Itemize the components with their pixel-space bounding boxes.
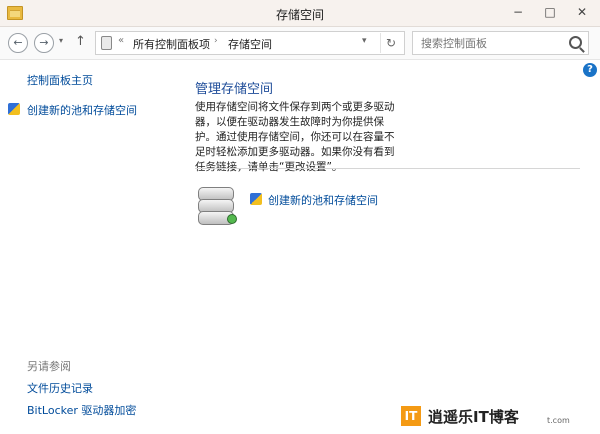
search-box[interactable] xyxy=(412,31,589,55)
storage-drives-icon xyxy=(195,185,240,230)
maximize-button[interactable]: □ xyxy=(537,2,563,22)
create-pool-main-link[interactable]: 创建新的池和存储空间 xyxy=(268,192,378,208)
title-bar: 存储空间 − □ ✕ xyxy=(0,0,600,27)
address-bar[interactable]: « 所有控制面板项 › 存储空间 ▾ ↻ xyxy=(95,31,405,55)
back-button[interactable]: ← xyxy=(8,33,28,53)
bitlocker-link[interactable]: BitLocker 驱动器加密 xyxy=(27,402,136,418)
see-also-heading: 另请参阅 xyxy=(27,360,71,373)
left-sidebar: 控制面板主页 创建新的池和存储空间 另请参阅 文件历史记录 BitLocker … xyxy=(0,60,180,434)
address-dropdown-icon[interactable]: ▾ xyxy=(362,36,367,46)
drive-status-icon xyxy=(227,214,237,224)
navigation-toolbar: ← → ▾ ↑ « 所有控制面板项 › 存储空间 ▾ ↻ xyxy=(0,27,600,60)
create-pool-sidebar-link[interactable]: 创建新的池和存储空间 xyxy=(27,102,137,118)
minimize-button[interactable]: − xyxy=(505,2,531,22)
blog-name: 逍遥乐IT博客 xyxy=(428,408,519,426)
blog-logo: IT xyxy=(401,406,421,426)
uac-shield-icon xyxy=(250,193,262,205)
refresh-button[interactable]: ↻ xyxy=(380,33,401,53)
breadcrumb-all-control-panel[interactable]: 所有控制面板项 xyxy=(133,36,210,52)
search-input[interactable] xyxy=(419,35,563,51)
main-content: 管理存储空间 使用存储空间将文件保存到两个或更多驱动器，以便在驱动器发生故障时为… xyxy=(195,60,585,320)
uac-shield-icon xyxy=(8,103,20,115)
close-button[interactable]: ✕ xyxy=(567,2,597,22)
up-button[interactable]: ↑ xyxy=(75,34,86,49)
recent-pages-dropdown-icon[interactable]: ▾ xyxy=(59,36,63,45)
help-button[interactable]: ? xyxy=(583,63,597,77)
search-icon[interactable] xyxy=(569,36,582,49)
breadcrumb-overflow-icon[interactable]: « xyxy=(118,35,124,46)
forward-button[interactable]: → xyxy=(34,33,54,53)
blog-watermark: IT 逍遥乐IT博客 t.com xyxy=(401,404,597,429)
content-divider xyxy=(195,168,580,169)
control-panel-icon xyxy=(101,36,112,50)
control-panel-home-link[interactable]: 控制面板主页 xyxy=(27,72,93,88)
file-history-link[interactable]: 文件历史记录 xyxy=(27,380,93,396)
breadcrumb-arrow-icon[interactable]: › xyxy=(214,36,218,46)
blog-domain: t.com xyxy=(547,416,570,425)
breadcrumb-storage-spaces[interactable]: 存储空间 xyxy=(228,36,272,52)
drive-layer-bottom xyxy=(198,211,237,225)
page-title: 管理存储空间 xyxy=(195,82,274,97)
page-description: 使用存储空间将文件保存到两个或更多驱动器，以便在驱动器发生故障时为你提供保护。通… xyxy=(195,101,395,173)
